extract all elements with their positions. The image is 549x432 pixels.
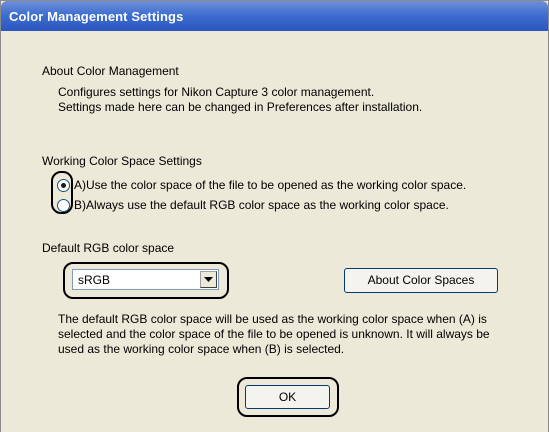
default-rgb-desc-line-3: used as the working color space when (B)… [58,342,345,356]
default-rgb-heading: Default RGB color space [42,241,175,255]
option-a-label[interactable]: A)Use the color space of the file to be … [74,178,466,192]
radio-selected-dot [61,183,66,188]
ok-button[interactable]: OK [245,385,330,409]
working-heading: Working Color Space Settings [42,154,202,168]
dropdown-button[interactable] [200,271,217,288]
about-line-1: Configures settings for Nikon Capture 3 … [58,85,375,99]
default-rgb-desc-line-1: The default RGB color space will be used… [58,312,487,326]
about-heading: About Color Management [42,64,179,78]
rgb-color-space-select[interactable]: sRGB [72,269,219,290]
default-rgb-desc-line-2: selected and the color space of the file… [58,327,490,341]
about-color-spaces-button[interactable]: About Color Spaces [344,268,498,293]
chevron-down-icon [204,277,213,282]
rgb-color-space-value: sRGB [78,273,111,287]
about-line-2: Settings made here can be changed in Pre… [58,100,423,114]
option-a-radio[interactable] [57,179,70,192]
window-title: Color Management Settings [9,9,184,24]
option-b-label[interactable]: B)Always use the default RGB color space… [74,198,449,212]
option-b-radio[interactable] [57,199,70,212]
title-bar: Color Management Settings [1,1,548,31]
color-management-dialog: Color Management Settings About Color Ma… [0,0,549,432]
